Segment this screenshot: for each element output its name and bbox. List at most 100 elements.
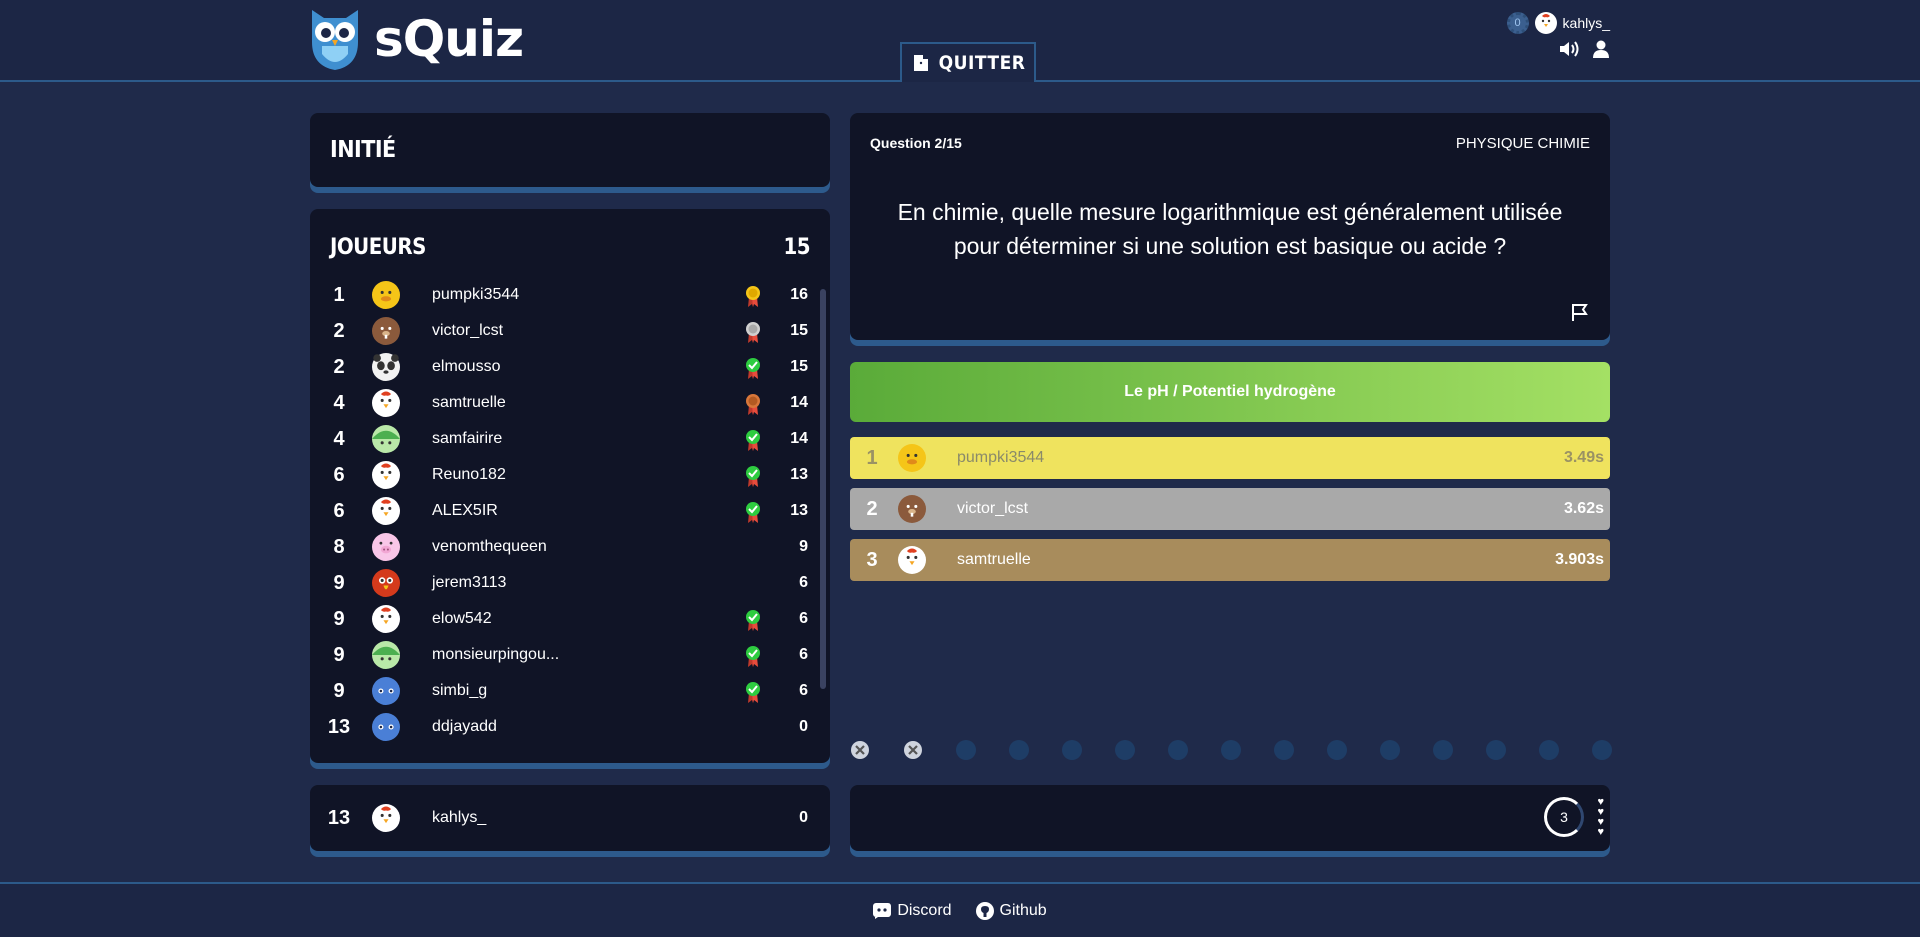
player-score: 14 <box>790 430 808 447</box>
player-rank: 1 <box>333 283 345 306</box>
player-row[interactable]: 9 monsieurpingou... 6 <box>310 637 820 673</box>
app-title: sQuiz <box>374 10 524 68</box>
player-name: Reuno182 <box>432 466 506 483</box>
duck-avatar-icon <box>898 444 926 472</box>
player-row[interactable]: 2 victor_lcst 15 <box>310 313 820 349</box>
ranking-player-name: victor_lcst <box>957 500 1029 517</box>
current-player-name: kahlys_ <box>432 809 487 826</box>
pending-question-dot <box>1592 740 1612 760</box>
owl-logo-icon <box>312 10 358 70</box>
correct-answer-medal-icon <box>744 501 762 523</box>
ranking-time: 3.903s <box>1555 551 1604 568</box>
question-text: En chimie, quelle mesure logarithmique e… <box>897 199 1563 259</box>
player-row[interactable]: 1 pumpki3544 16 <box>310 277 820 313</box>
player-row[interactable]: 9 simbi_g 6 <box>310 673 820 709</box>
player-score: 6 <box>799 574 808 591</box>
door-exit-icon <box>913 55 928 71</box>
player-rank: 9 <box>333 571 345 594</box>
ranking-time: 3.62s <box>1563 500 1604 517</box>
player-name: samfairire <box>432 430 503 447</box>
pig-avatar-icon <box>372 533 400 561</box>
players-list[interactable]: 1 pumpki3544 16 2 victor_lcst 15 2 elmou… <box>310 277 820 745</box>
chicken-avatar-icon <box>372 461 400 489</box>
player-row[interactable]: 9 elow542 6 <box>310 601 820 637</box>
answer-input-panel: 3 ♥ ♥ ♥ ♥ <box>850 785 1610 851</box>
player-row[interactable]: 6 ALEX5IR 13 <box>310 493 820 529</box>
fish-avatar-icon <box>372 713 400 741</box>
wrong-answer-icon <box>903 740 923 760</box>
footer: Discord Github <box>0 882 1920 937</box>
player-row[interactable]: 13 ddjayadd 0 <box>310 709 820 745</box>
player-score: 9 <box>799 538 808 555</box>
player-name: victor_lcst <box>432 322 504 339</box>
player-name: monsieurpingou... <box>432 646 560 663</box>
player-name: elow542 <box>432 610 492 627</box>
correct-answer-medal-icon <box>744 609 762 631</box>
github-link[interactable]: Github <box>975 901 1047 920</box>
answer-ranking-row: 2 victor_lcst 3.62s <box>850 488 1610 530</box>
pending-question-dot <box>1380 740 1400 760</box>
ranking-player-name: samtruelle <box>957 551 1031 568</box>
pending-question-dot <box>1115 740 1135 760</box>
player-name: venomthequeen <box>432 538 547 555</box>
players-scrollbar[interactable] <box>820 279 826 689</box>
player-rank: 2 <box>333 319 345 342</box>
correct-answer-medal-icon <box>744 429 762 451</box>
beaver-avatar-icon <box>898 495 926 523</box>
player-name: ddjayadd <box>432 718 497 735</box>
player-score: 15 <box>790 358 808 375</box>
player-rank: 9 <box>333 679 345 702</box>
countdown-timer: 3 <box>1544 797 1584 837</box>
fish-avatar-icon <box>372 677 400 705</box>
user-area: 0 kahlys_ <box>1506 12 1610 58</box>
player-rank: 13 <box>327 715 351 738</box>
answer-ranking-row: 1 pumpki3544 3.49s <box>850 437 1610 479</box>
player-row[interactable]: 4 samfairire 14 <box>310 421 820 457</box>
question-number: Question 2/15 <box>870 135 962 151</box>
player-rank: 4 <box>333 427 345 450</box>
level-title: INITIÉ <box>330 137 396 163</box>
player-row[interactable]: 2 elmousso 15 <box>310 349 820 385</box>
scrollbar-thumb[interactable] <box>820 289 826 689</box>
player-row[interactable]: 8 venomthequeen 9 <box>310 529 820 565</box>
chicken-avatar-icon <box>898 546 926 574</box>
logo[interactable]: sQuiz <box>308 6 524 72</box>
question-panel: Question 2/15 PHYSIQUE CHIMIE En chimie,… <box>850 113 1610 340</box>
players-panel: JOUEURS 15 1 pumpki3544 16 2 victor_lcst… <box>310 209 830 763</box>
discord-link[interactable]: Discord <box>873 902 952 920</box>
player-row[interactable]: 9 jerem3113 6 <box>310 565 820 601</box>
player-row[interactable]: 6 Reuno182 13 <box>310 457 820 493</box>
quit-label: QUITTER <box>938 52 1026 74</box>
players-count: 15 <box>783 235 810 260</box>
quit-button[interactable]: QUITTER <box>900 42 1036 82</box>
ranking-player-name: pumpki3544 <box>957 449 1045 466</box>
user-profile-icon[interactable] <box>1592 40 1610 58</box>
beaver-avatar-icon <box>372 317 400 345</box>
ranking-position: 2 <box>866 497 878 520</box>
silver-medal-icon <box>744 321 762 343</box>
player-name: samtruelle <box>432 394 506 411</box>
player-score: 0 <box>799 718 808 735</box>
username[interactable]: kahlys_ <box>1563 15 1610 31</box>
player-rank: 4 <box>333 391 345 414</box>
github-label: Github <box>999 901 1047 919</box>
report-flag-icon[interactable] <box>1570 302 1590 322</box>
chicken-avatar-icon <box>372 389 400 417</box>
correct-answer-medal-icon <box>744 465 762 487</box>
volume-icon[interactable] <box>1558 40 1580 58</box>
player-row[interactable]: 4 samtruelle 14 <box>310 385 820 421</box>
player-name: elmousso <box>432 358 501 375</box>
lives-indicator: ♥ ♥ ♥ ♥ <box>1597 797 1604 838</box>
player-score: 13 <box>790 466 808 483</box>
player-name: simbi_g <box>432 682 488 699</box>
correct-answer-medal-icon <box>744 645 762 667</box>
player-score: 15 <box>790 322 808 339</box>
notification-badge[interactable]: 0 <box>1506 12 1529 34</box>
pending-question-dot <box>1486 740 1506 760</box>
player-score: 16 <box>790 286 808 303</box>
player-score: 6 <box>799 610 808 627</box>
panda-avatar-icon <box>372 353 400 381</box>
wrong-answer-icon <box>850 740 870 760</box>
player-score: 13 <box>790 502 808 519</box>
github-icon <box>975 901 994 920</box>
